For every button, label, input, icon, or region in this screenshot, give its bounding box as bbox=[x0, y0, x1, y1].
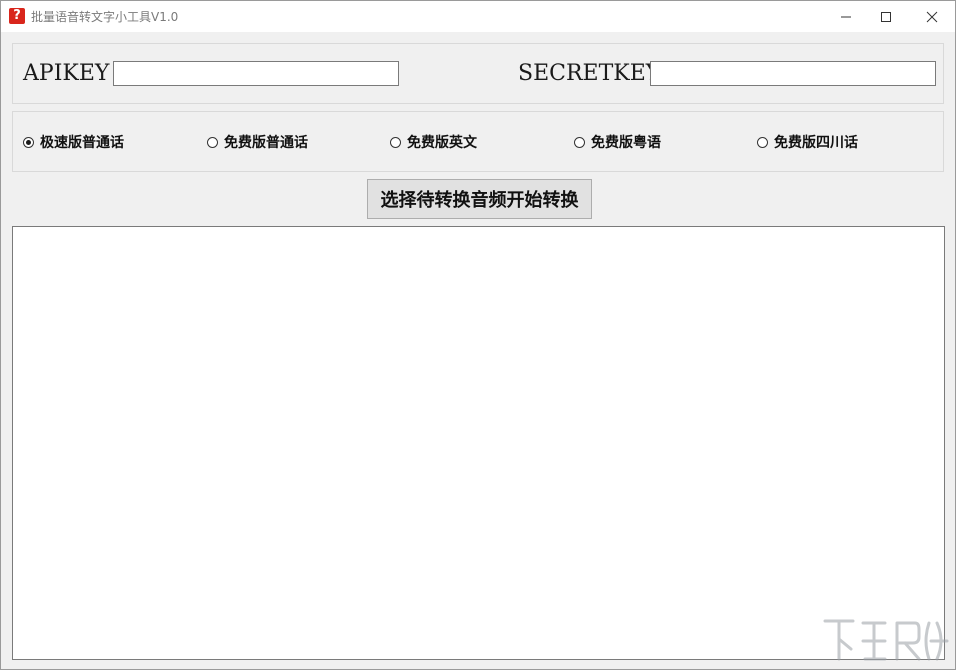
maximize-button[interactable] bbox=[863, 1, 909, 32]
minimize-icon bbox=[841, 16, 851, 18]
secretkey-label: SECRETKEY bbox=[518, 61, 661, 86]
mode-radio-label: 极速版普通话 bbox=[40, 135, 124, 151]
mode-radio-free-mandarin[interactable]: 免费版普通话 bbox=[207, 133, 308, 151]
mode-radio-label: 免费版四川话 bbox=[774, 135, 858, 151]
close-button[interactable] bbox=[909, 1, 955, 32]
mode-radio-label: 免费版粤语 bbox=[591, 135, 661, 151]
mode-radio-fast-mandarin[interactable]: 极速版普通话 bbox=[23, 133, 124, 151]
mode-radio-label: 免费版普通话 bbox=[224, 135, 308, 151]
apikey-label: APIKEY bbox=[23, 61, 110, 86]
radio-icon[interactable] bbox=[207, 136, 218, 148]
app-window: ? 批量语音转文字小工具V1.0 APIKEY SECRETKEY 极速版普通话… bbox=[0, 0, 956, 670]
radio-icon[interactable] bbox=[390, 136, 401, 148]
app-help-icon: ? bbox=[9, 8, 25, 24]
maximize-icon bbox=[881, 12, 891, 22]
mode-panel: 极速版普通话 免费版普通话 免费版英文 免费版粤语 免费版四川话 bbox=[12, 111, 944, 172]
radio-icon[interactable] bbox=[574, 136, 585, 148]
mode-radio-free-english[interactable]: 免费版英文 bbox=[390, 133, 477, 151]
radio-icon[interactable] bbox=[23, 136, 34, 148]
close-icon bbox=[926, 11, 938, 23]
select-and-convert-button[interactable]: 选择待转换音频开始转换 bbox=[367, 179, 592, 219]
mode-radio-label: 免费版英文 bbox=[407, 135, 477, 151]
apikey-input[interactable] bbox=[113, 61, 399, 86]
radio-icon[interactable] bbox=[757, 136, 768, 148]
secretkey-input[interactable] bbox=[650, 61, 936, 86]
mode-radio-free-sichuanese[interactable]: 免费版四川话 bbox=[757, 133, 858, 151]
mode-radio-free-cantonese[interactable]: 免费版粤语 bbox=[574, 133, 661, 151]
window-title: 批量语音转文字小工具V1.0 bbox=[31, 10, 179, 24]
title-bar[interactable]: ? 批量语音转文字小工具V1.0 bbox=[1, 1, 955, 32]
output-textarea[interactable] bbox=[12, 226, 945, 660]
credentials-panel: APIKEY SECRETKEY bbox=[12, 43, 944, 104]
